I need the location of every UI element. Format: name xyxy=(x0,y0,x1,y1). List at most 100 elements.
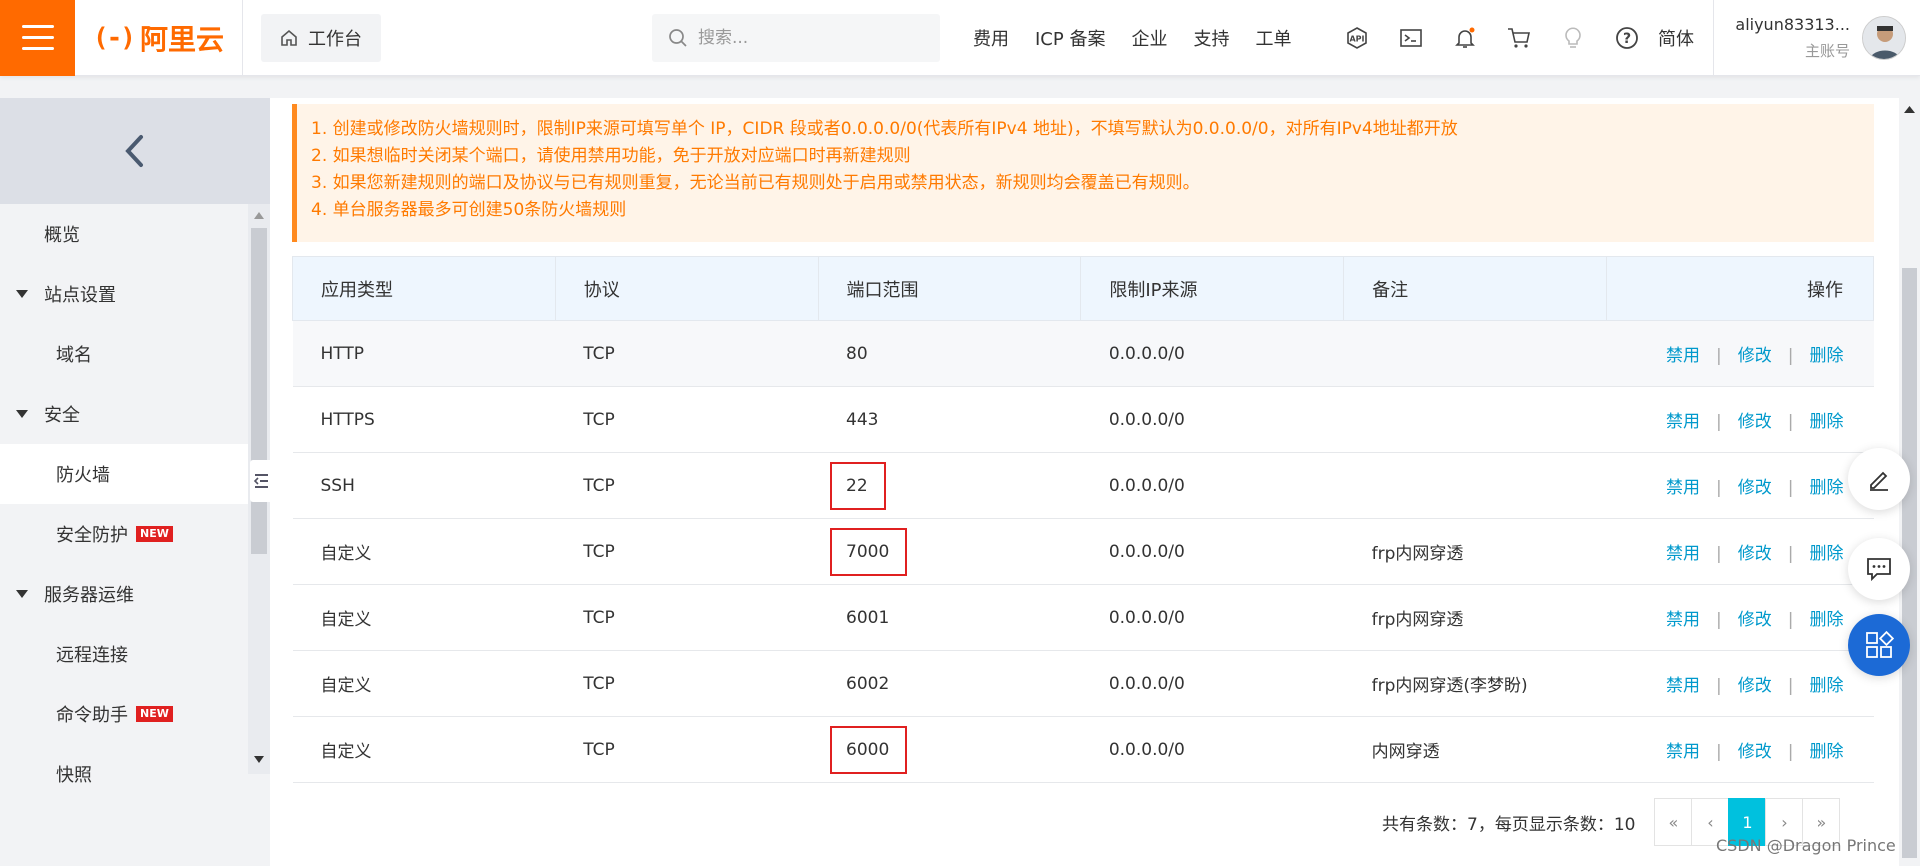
delete-link[interactable]: 删除 xyxy=(1810,346,1844,366)
cell-app-type: 自定义 xyxy=(292,650,556,717)
cell-protocol: TCP xyxy=(555,386,819,453)
sidebar-group-security[interactable]: 安全 xyxy=(0,384,248,444)
sidebar-collapse-button[interactable] xyxy=(250,460,272,502)
scroll-up-icon[interactable] xyxy=(1904,106,1915,113)
nav-support[interactable]: 支持 xyxy=(1193,25,1229,51)
delete-link[interactable]: 删除 xyxy=(1810,742,1844,762)
user-menu[interactable]: aliyun83313... 主账号 xyxy=(1713,0,1920,76)
sidebar-scroll-thumb[interactable] xyxy=(251,228,267,554)
disable-link[interactable]: 禁用 xyxy=(1666,346,1700,366)
nav-fees[interactable]: 费用 xyxy=(973,25,1009,51)
disable-link[interactable]: 禁用 xyxy=(1666,742,1700,762)
col-header-remark: 备注 xyxy=(1343,256,1608,321)
cell-ip-source: 0.0.0.0/0 xyxy=(1080,518,1344,585)
delete-link[interactable]: 删除 xyxy=(1810,544,1844,564)
nav-enterprise[interactable]: 企业 xyxy=(1131,25,1167,51)
apps-button[interactable] xyxy=(1848,614,1910,676)
terminal-icon[interactable] xyxy=(1384,0,1438,76)
new-badge: NEW xyxy=(136,706,173,722)
edit-icon xyxy=(1870,471,1888,491)
scroll-down-icon[interactable] xyxy=(254,756,264,763)
delete-link[interactable]: 删除 xyxy=(1810,610,1844,630)
apps-icon xyxy=(1866,630,1894,658)
cell-app-type: 自定义 xyxy=(292,716,556,783)
edit-link[interactable]: 修改 xyxy=(1738,676,1772,696)
edit-link[interactable]: 修改 xyxy=(1738,610,1772,630)
sidebar-item-overview[interactable]: 概览 xyxy=(0,204,248,264)
disable-link[interactable]: 禁用 xyxy=(1666,478,1700,498)
page-first-button[interactable]: « xyxy=(1654,798,1693,846)
action-separator: | xyxy=(1787,742,1794,762)
sidebar-group-site-settings[interactable]: 站点设置 xyxy=(0,264,248,324)
bell-icon[interactable] xyxy=(1438,0,1492,76)
cell-port: 6001 xyxy=(818,584,1081,651)
sidebar-item-firewall[interactable]: 防火墙 xyxy=(0,444,248,504)
feedback-edit-button[interactable] xyxy=(1848,448,1910,510)
cell-port: 6002 xyxy=(818,650,1081,717)
top-icon-bar: API ? 简体 xyxy=(1330,0,1694,76)
cell-actions: 禁用 | 修改 | 删除 xyxy=(1606,584,1874,651)
sidebar-menu: 概览 站点设置 域名 安全 防火墙 安全防护 NEW 服务器运维 远程连接 命令助… xyxy=(0,204,248,804)
sidebar-group-server-ops[interactable]: 服务器运维 xyxy=(0,564,248,624)
nav-ticket[interactable]: 工单 xyxy=(1255,25,1291,51)
help-icon[interactable]: ? xyxy=(1600,0,1654,76)
scroll-up-icon[interactable] xyxy=(254,212,264,219)
logo-mark-icon: (-) xyxy=(93,22,136,53)
workbench-label: 工作台 xyxy=(308,28,362,50)
cell-port: 443 xyxy=(818,386,1081,453)
chat-button[interactable] xyxy=(1848,538,1910,600)
aliyun-logo[interactable]: (-) 阿里云 xyxy=(75,0,243,76)
collapse-menu-icon xyxy=(253,474,268,488)
cart-icon[interactable] xyxy=(1492,0,1546,76)
edit-link[interactable]: 修改 xyxy=(1738,544,1772,564)
top-nav: 费用 ICP 备案 企业 支持 工单 xyxy=(960,0,1304,76)
sidebar-item-remote-connect[interactable]: 远程连接 xyxy=(0,624,248,684)
delete-link[interactable]: 删除 xyxy=(1810,676,1844,696)
edit-link[interactable]: 修改 xyxy=(1738,346,1772,366)
language-switch[interactable]: 简体 xyxy=(1658,25,1694,51)
edit-link[interactable]: 修改 xyxy=(1738,742,1772,762)
firewall-rules-table: 应用类型 协议 端口范围 限制IP来源 备注 操作 HTTP TCP 80 0.… xyxy=(292,256,1874,783)
sidebar-item-domain[interactable]: 域名 xyxy=(0,324,248,384)
cell-protocol: TCP xyxy=(555,650,819,717)
cell-port: 22 xyxy=(818,452,1081,519)
logo-text: 阿里云 xyxy=(139,22,224,56)
disable-link[interactable]: 禁用 xyxy=(1666,676,1700,696)
sidebar: 概览 站点设置 域名 安全 防火墙 安全防护 NEW 服务器运维 远程连接 命令助… xyxy=(0,98,272,866)
edit-link[interactable]: 修改 xyxy=(1738,412,1772,432)
pagination-total: 共有条数：7，每页显示条数：10 xyxy=(1382,814,1636,835)
chat-icon xyxy=(1867,558,1891,582)
delete-link[interactable]: 删除 xyxy=(1810,478,1844,498)
user-role: 主账号 xyxy=(1804,42,1850,60)
edit-link[interactable]: 修改 xyxy=(1738,478,1772,498)
cell-ip-source: 0.0.0.0/0 xyxy=(1080,716,1344,783)
search-input[interactable] xyxy=(698,28,918,48)
nav-icp[interactable]: ICP 备案 xyxy=(1035,25,1105,51)
table-row: SSH TCP 22 0.0.0.0/0 禁用 | 修改 | 删除 xyxy=(292,452,1874,519)
disable-link[interactable]: 禁用 xyxy=(1666,610,1700,630)
cell-ip-source: 0.0.0.0/0 xyxy=(1080,650,1344,717)
cell-protocol: TCP xyxy=(555,584,819,651)
disable-link[interactable]: 禁用 xyxy=(1666,412,1700,432)
top-header: (-) 阿里云 工作台 费用 ICP 备案 企业 支持 工单 API ? xyxy=(0,0,1920,76)
search-box[interactable] xyxy=(652,14,940,62)
home-icon xyxy=(281,29,297,46)
cell-protocol: TCP xyxy=(555,320,819,387)
disable-link[interactable]: 禁用 xyxy=(1666,544,1700,564)
sidebar-back-button[interactable] xyxy=(0,98,270,204)
delete-link[interactable]: 删除 xyxy=(1810,412,1844,432)
caret-down-icon xyxy=(14,590,30,598)
action-separator: | xyxy=(1787,610,1794,630)
sidebar-item-command-assistant[interactable]: 命令助手 NEW xyxy=(0,684,248,744)
api-icon[interactable]: API xyxy=(1330,0,1384,76)
workbench-button[interactable]: 工作台 xyxy=(261,13,381,62)
sidebar-item-security-protection[interactable]: 安全防护 NEW xyxy=(0,504,248,564)
cell-app-type: SSH xyxy=(292,452,556,519)
avatar[interactable] xyxy=(1862,16,1906,60)
lightbulb-icon[interactable] xyxy=(1546,0,1600,76)
menu-icon[interactable] xyxy=(0,0,75,76)
cell-app-type: 自定义 xyxy=(292,584,556,651)
cell-remark xyxy=(1343,452,1607,519)
cell-ip-source: 0.0.0.0/0 xyxy=(1080,584,1344,651)
sidebar-item-snapshot[interactable]: 快照 xyxy=(0,744,248,804)
